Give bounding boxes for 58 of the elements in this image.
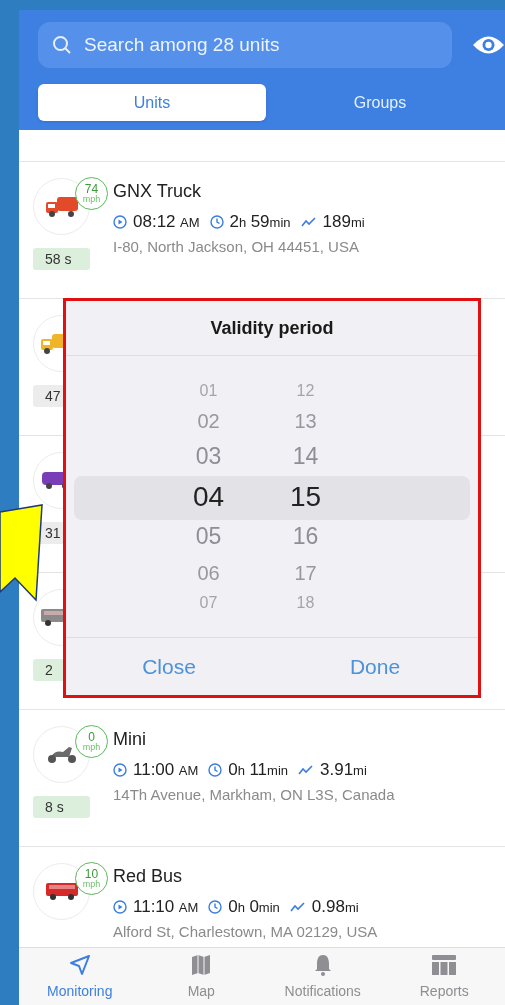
segment-tab[interactable]: Groups: [266, 84, 494, 121]
speed-indicator: 74 mph: [75, 177, 108, 210]
distance: 3.91mi: [320, 759, 367, 781]
distance: 189mi: [322, 211, 365, 233]
start-time: 11:00 AM: [133, 759, 199, 781]
duration: 2h 59min: [229, 211, 291, 233]
start-time: 08:12 AM: [133, 211, 200, 233]
unit-address: 14Th Avenue, Markham, ON L3S, Canada: [113, 785, 395, 804]
picker-option[interactable]: 16: [292, 525, 319, 548]
picker-option[interactable]: 15: [289, 482, 322, 511]
tab-bar-item[interactable]: Monitoring: [19, 948, 141, 1005]
picker-option[interactable]: 03: [195, 445, 222, 468]
mileage-icon: [289, 901, 306, 912]
tab-bar-item[interactable]: Map: [140, 948, 262, 1005]
play-icon: [113, 214, 127, 229]
picker-option[interactable]: 02: [197, 410, 220, 431]
search-icon: [52, 35, 72, 55]
picker-option[interactable]: 07: [199, 594, 218, 611]
mileage-icon: [298, 764, 314, 775]
start-time: 11:10 AM: [133, 896, 199, 918]
picker-option[interactable]: 05: [195, 525, 222, 548]
navigation-icon: [67, 953, 92, 977]
mileage-icon: [300, 216, 317, 227]
duration: 0h 0min: [228, 896, 280, 918]
segment-tab[interactable]: Units: [38, 84, 266, 121]
unit-name: Red Bus: [113, 865, 184, 888]
clock-icon: [209, 214, 224, 229]
dialog-button[interactable]: Done: [272, 638, 478, 695]
unit-name: Mini: [113, 728, 147, 751]
speed-indicator: 10 mph: [75, 862, 108, 895]
picker-option[interactable]: 18: [296, 594, 315, 611]
tab-bar-item[interactable]: Notifications: [262, 948, 384, 1005]
bus-icon: [44, 883, 79, 900]
unit-address: I-80, North Jackson, OH 44451, USA: [113, 237, 360, 256]
play-icon: [113, 762, 127, 777]
picker-option[interactable]: 06: [197, 562, 220, 583]
eye-icon[interactable]: [472, 34, 505, 56]
picker-option[interactable]: 01: [199, 382, 218, 399]
time-badge: 8 s: [33, 796, 90, 818]
clock-icon: [208, 762, 223, 777]
unit-address: Alford St, Charlestown, MA 02129, USA: [113, 922, 378, 941]
dialog-title: Validity period: [210, 316, 334, 340]
distance: 0.98mi: [311, 896, 359, 918]
picker-option[interactable]: 04: [192, 482, 225, 511]
speed-indicator: 0 mph: [75, 725, 108, 758]
tab-bar-item[interactable]: Reports: [383, 948, 505, 1005]
picker-option[interactable]: 14: [292, 445, 319, 468]
table-icon: [431, 953, 458, 977]
truck-icon: [44, 196, 79, 217]
picker-option[interactable]: 12: [296, 382, 315, 399]
unit-name: GNX Truck: [113, 180, 202, 203]
search-field[interactable]: Search among 28 units: [38, 22, 452, 68]
picker-option[interactable]: 17: [294, 562, 317, 583]
play-icon: [113, 899, 127, 914]
time-badge: 58 s: [33, 248, 90, 270]
clock-icon: [208, 899, 223, 914]
duration: 0h 11min: [228, 759, 288, 781]
picker-option[interactable]: 13: [294, 410, 317, 431]
